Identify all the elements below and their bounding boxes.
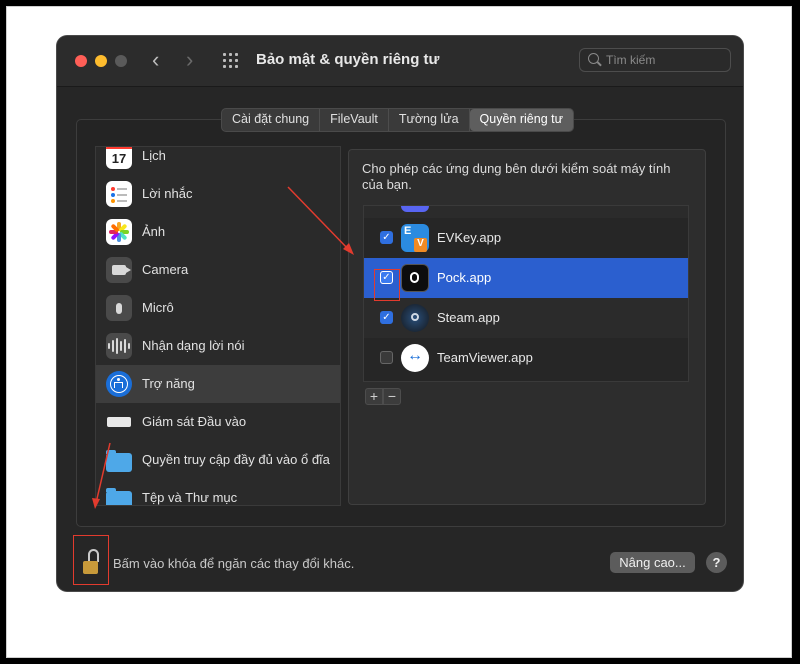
- camera-icon: [106, 257, 132, 283]
- sidebar-item-microphone[interactable]: Micrô: [96, 289, 340, 327]
- search-icon: [588, 53, 599, 64]
- sidebar-item-label: Lời nhắc: [142, 186, 193, 201]
- app-permission-list[interactable]: ✓ EVKey.app ✓ Pock.app ✓ Steam.app TeamV…: [363, 205, 689, 382]
- sidebar-item-label: Tệp và Thư mục: [142, 490, 238, 505]
- window-title: Bảo mật & quyền riêng tư: [256, 51, 440, 68]
- table-row[interactable]: ✓ EVKey.app: [364, 218, 688, 258]
- table-row[interactable]: ✓ Pock.app: [364, 258, 688, 298]
- tab-firewall[interactable]: Tường lửa: [389, 109, 470, 131]
- sidebar-item-reminders[interactable]: Lời nhắc: [96, 175, 340, 213]
- sidebar-item-label: Giám sát Đầu vào: [142, 414, 247, 429]
- tab-general[interactable]: Cài đặt chung: [222, 109, 321, 131]
- advanced-button[interactable]: Nâng cao...: [610, 552, 695, 573]
- app-name: Steam.app: [437, 310, 500, 325]
- teamviewer-icon: [401, 344, 429, 372]
- sidebar-item-label: Camera: [142, 262, 189, 277]
- accessibility-icon: [106, 371, 132, 397]
- table-row[interactable]: [364, 206, 688, 218]
- table-row[interactable]: TeamViewer.app: [364, 338, 688, 378]
- title-bar: ‹ › Bảo mật & quyền riêng tư: [57, 36, 743, 87]
- sidebar-item-calendar[interactable]: 17 Lịch: [96, 147, 340, 175]
- calendar-icon: 17: [106, 147, 132, 169]
- app-name: Pock.app: [437, 270, 492, 285]
- folder-icon: [106, 485, 132, 505]
- sidebar-item-files-and-folders[interactable]: Tệp và Thư mục: [96, 479, 340, 505]
- sidebar-item-label: Micrô: [142, 300, 174, 315]
- forward-chevron-icon[interactable]: ›: [186, 48, 193, 72]
- calendar-date-text: 17: [111, 151, 127, 166]
- app-icon: [401, 206, 429, 212]
- photos-icon: [106, 219, 132, 245]
- annotation-highlight-box: [374, 269, 400, 301]
- microphone-icon: [106, 295, 132, 321]
- lock-button[interactable]: [73, 535, 109, 585]
- app-checkbox[interactable]: ✓: [380, 231, 393, 244]
- permission-description: Cho phép các ứng dụng bên dưới kiểm soát…: [362, 161, 671, 192]
- tab-privacy[interactable]: Quyền riêng tư: [469, 109, 573, 131]
- sidebar-item-label: Lịch: [142, 148, 166, 163]
- sidebar-item-label: Ảnh: [142, 224, 166, 239]
- sidebar-item-input-monitoring[interactable]: Giám sát Đầu vào: [96, 403, 340, 441]
- sidebar-item-speech-recognition[interactable]: Nhận dạng lời nói: [96, 327, 340, 365]
- sidebar-item-label: Quyền truy cập đầy đủ vào ổ đĩa: [142, 452, 330, 467]
- remove-app-button[interactable]: −: [383, 388, 401, 405]
- steam-icon: [401, 304, 429, 332]
- search-box[interactable]: [579, 48, 731, 72]
- sidebar-item-full-disk-access[interactable]: Quyền truy cập đầy đủ vào ổ đĩa: [96, 441, 340, 479]
- sidebar-item-accessibility[interactable]: Trợ năng: [96, 365, 340, 403]
- table-row[interactable]: ✓ Steam.app: [364, 298, 688, 338]
- sidebar-item-label: Trợ năng: [142, 376, 195, 391]
- close-window-button[interactable]: [75, 55, 87, 67]
- keyboard-icon: [106, 409, 132, 435]
- app-checkbox[interactable]: ✓: [380, 311, 393, 324]
- pock-icon: [401, 264, 429, 292]
- app-name: TeamViewer.app: [437, 350, 533, 365]
- back-chevron-icon[interactable]: ‹: [152, 48, 159, 72]
- lock-body: [83, 561, 98, 574]
- speech-recognition-icon: [106, 333, 132, 359]
- privacy-category-list[interactable]: 17 Lịch Lời nhắc Ảnh Camera Micrô Nhận d…: [95, 146, 341, 506]
- app-checkbox[interactable]: [380, 351, 393, 364]
- sidebar-item-label: Nhận dạng lời nói: [142, 338, 245, 353]
- zoom-window-button[interactable]: [115, 55, 127, 67]
- search-input[interactable]: [606, 51, 726, 69]
- add-app-button[interactable]: +: [365, 388, 383, 405]
- evkey-icon: [401, 224, 429, 252]
- help-button[interactable]: ?: [706, 552, 727, 573]
- lock-status-text: Bấm vào khóa để ngăn các thay đổi khác.: [113, 556, 355, 571]
- show-all-grid-icon[interactable]: [223, 53, 241, 69]
- minimize-window-button[interactable]: [95, 55, 107, 67]
- app-name: EVKey.app: [437, 230, 502, 245]
- tab-bar: Cài đặt chung FileVault Tường lửa Quyền …: [221, 108, 574, 132]
- sidebar-item-camera[interactable]: Camera: [96, 251, 340, 289]
- reminders-icon: [106, 181, 132, 207]
- sidebar-item-photos[interactable]: Ảnh: [96, 213, 340, 251]
- preferences-window: ‹ › Bảo mật & quyền riêng tư Cài đặt chu…: [57, 36, 743, 591]
- folder-icon: [106, 447, 132, 473]
- tab-filevault[interactable]: FileVault: [320, 109, 389, 131]
